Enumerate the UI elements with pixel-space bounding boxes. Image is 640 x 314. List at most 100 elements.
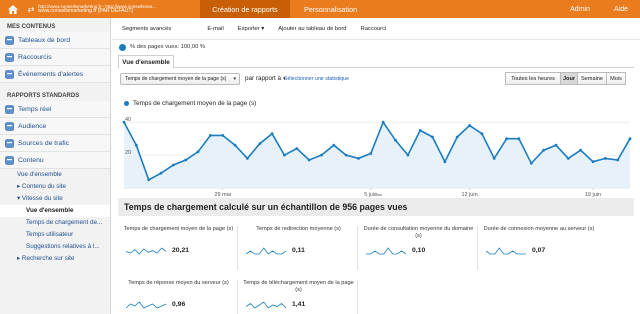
data-point: [270, 132, 274, 136]
data-point: [628, 137, 632, 141]
data-point: [147, 178, 151, 182]
sidebar-item-label: Raccourcis: [18, 53, 52, 61]
tab-vue-ensemble[interactable]: Vue d'ensemble: [118, 55, 174, 69]
data-point: [591, 160, 595, 164]
metric-card-label: Durée de consultation moyenne du domaine…: [363, 226, 474, 239]
data-point: [505, 137, 508, 141]
sidebar-item-1[interactable]: Raccourcis: [0, 49, 110, 66]
home-icon: [8, 4, 18, 14]
sidebar-item-label: Sources de trafic: [18, 139, 69, 147]
admin-link[interactable]: Admin: [558, 0, 602, 18]
metric-dropdown[interactable]: Temps de chargement moyen de la page (s)…: [120, 73, 240, 85]
add-to-dashboard-button[interactable]: Ajouter au tableau de bord: [278, 26, 346, 32]
sparkline: [486, 247, 526, 255]
chart-controls: Temps de chargement moyen de la page (s)…: [112, 68, 640, 92]
metric-card[interactable]: Temps de chargement moyen de la page (s)…: [120, 226, 238, 270]
metric-card[interactable]: Temps de téléchargement moyen de la page…: [240, 280, 358, 314]
sidebar-item-label: Événements d'alertes: [18, 70, 84, 78]
sidebar-report-item-0[interactable]: Temps réel: [0, 101, 110, 118]
sidebar-subitem[interactable]: Temps de chargement de...: [0, 217, 110, 229]
data-point: [184, 158, 188, 162]
metric-card[interactable]: Durée de consultation moyenne du domaine…: [360, 226, 478, 270]
data-point: [332, 143, 336, 147]
sparkline-line: [126, 301, 166, 309]
granularity-month-button[interactable]: Mois: [606, 72, 626, 85]
sidebar-subitem[interactable]: Temps utilisateur: [0, 229, 110, 241]
summary-title: Temps de chargement calculé sur un échan…: [118, 198, 634, 216]
sidebar-report-item-3[interactable]: Contenu: [0, 152, 110, 169]
data-point: [221, 134, 225, 137]
data-point: [246, 157, 249, 160]
sidebar-subitem[interactable]: Vue d'ensemble: [0, 169, 110, 181]
email-button[interactable]: E-mail: [207, 26, 223, 32]
metric-card-label: Temps de réponse moyen du serveur (s): [128, 280, 229, 286]
segment-percentage: % des pages vues: 100,00 %: [130, 44, 206, 50]
metric-card-row: 0,10: [366, 246, 474, 255]
metric-card-value: 0,11: [292, 247, 305, 254]
account-selector[interactable]: http://www.conseilsmarketing.fr - http:/…: [36, 0, 200, 18]
metric-card-row: 0,11: [246, 246, 354, 255]
tab-personnalisation[interactable]: Personnalisation: [290, 0, 371, 18]
sidebar-item-label: Audience: [18, 122, 47, 130]
select-statistic-link[interactable]: Sélectionner une statistique: [284, 76, 349, 82]
data-point: [258, 142, 262, 145]
metric-card[interactable]: Durée de connexion moyenne au serveur (s…: [480, 226, 598, 270]
sparkline-line: [366, 247, 406, 255]
sparkline-line: [246, 247, 286, 255]
help-link[interactable]: Aide: [602, 0, 640, 18]
metric-card-value: 1,41: [292, 301, 306, 308]
metric-card-label: Durée de connexion moyenne au serveur (s…: [483, 226, 595, 232]
data-point: [406, 153, 410, 157]
tab-creation-rapports[interactable]: Création de rapports: [200, 0, 290, 18]
sidebar-item-2[interactable]: Événements d'alertes: [0, 66, 110, 83]
sidebar-subitem[interactable]: ▾ Vitesse du site: [0, 193, 110, 205]
data-point: [196, 150, 200, 154]
granularity-hourly-button[interactable]: Toutes les heures: [505, 72, 561, 85]
alert-icon: [5, 69, 14, 79]
shortcuts-icon: [5, 52, 14, 62]
metric-card-value: 0,07: [532, 247, 546, 254]
content-icon: [5, 155, 14, 165]
data-point: [566, 157, 570, 160]
load-time-chart: 402029 mai 5 juin 12 juin 19 juin: [122, 117, 632, 198]
granularity-week-button[interactable]: Semaine: [577, 72, 607, 85]
sidebar-section-rapports-standards: RAPPORTS STANDARDS: [7, 93, 80, 99]
realtime-icon: [5, 104, 14, 114]
data-point: [394, 138, 397, 142]
account-switch-arrows-icon[interactable]: ⇄: [26, 0, 36, 18]
sparkline-line: [486, 247, 526, 255]
sidebar-report-item-1[interactable]: Audience: [0, 118, 110, 135]
metric-card-row: 1,41: [246, 300, 354, 309]
shortcut-button[interactable]: Raccourci: [361, 26, 387, 32]
data-point: [431, 135, 434, 139]
main-content: Segments avancés E-mail Exporter ▾ Ajout…: [112, 18, 640, 314]
home-button[interactable]: [0, 0, 26, 18]
granularity-day-button[interactable]: Jour: [560, 72, 578, 85]
sparkline: [126, 301, 166, 309]
sidebar-subitem[interactable]: ▸ Contenu du site: [0, 181, 110, 193]
sidebar-subitem[interactable]: ▸ Recherche sur site: [0, 253, 110, 265]
sparkline: [246, 301, 286, 309]
data-point: [443, 160, 447, 164]
advanced-segments-button[interactable]: Segments avancés: [122, 26, 171, 32]
metric-card-value: 20,21: [172, 247, 190, 254]
sidebar-subitem[interactable]: Vue d'ensemble: [0, 205, 110, 217]
sparkline-line: [246, 301, 286, 309]
chart-resize-handle: [372, 194, 382, 196]
dashboard-icon: [5, 35, 14, 45]
sidebar-report-item-2[interactable]: Sources de trafic: [0, 135, 110, 152]
sidebar-subitem[interactable]: Suggestions relatives à l...: [0, 241, 110, 253]
granularity-toggle: Toutes les heures Jour Semaine Mois: [505, 72, 626, 85]
metric-card-row: 0,96: [126, 300, 234, 309]
audience-icon: [5, 121, 14, 131]
data-point: [603, 157, 607, 160]
data-point: [295, 147, 299, 150]
sidebar-section-mes-contenus: MES CONTENUS: [7, 24, 56, 30]
metric-card[interactable]: Temps de redirection moyenne (s) 0,11: [240, 226, 358, 270]
metric-card[interactable]: Temps de réponse moyen du serveur (s) 0,9…: [120, 280, 238, 314]
chevron-down-icon: ▾: [233, 76, 236, 82]
data-point: [233, 143, 237, 147]
sidebar-item-0[interactable]: Tableaux de bord: [0, 32, 110, 49]
export-button[interactable]: Exporter ▾: [238, 26, 264, 32]
compare-dropdown[interactable]: par rapport à ▾: [245, 75, 286, 82]
